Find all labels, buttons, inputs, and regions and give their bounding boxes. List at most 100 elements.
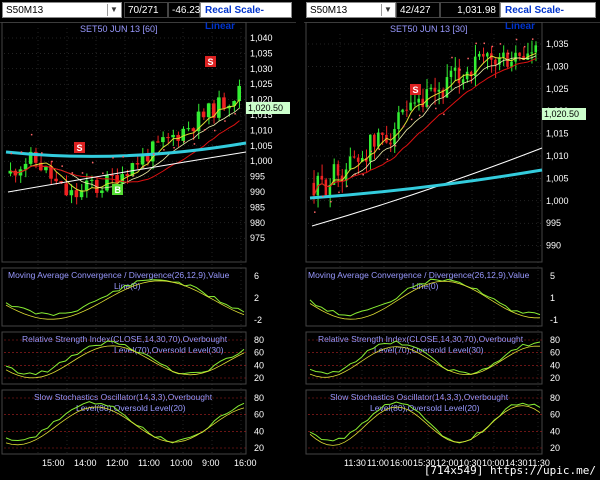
time-tick-label: 16:00 <box>390 458 413 468</box>
left-recal-scale-button[interactable]: Recal Scale-Linear <box>200 2 292 32</box>
candle-body <box>461 79 465 84</box>
sar-dot <box>427 105 429 107</box>
sar-dot <box>491 45 494 48</box>
sar-dot <box>81 172 84 174</box>
candle-body <box>89 179 94 181</box>
left-chart-canvas[interactable]: SET50 JUN 13 [60] 1,040 1,035 1,030 1,025 1,0… <box>0 22 296 480</box>
candle-body <box>381 132 384 135</box>
indicator-tick-label: 80 <box>254 393 264 403</box>
candle-body <box>425 89 429 107</box>
indicator-tick-label: 60 <box>550 410 560 420</box>
candle-body <box>74 190 79 198</box>
time-tick-label: 12:00 <box>106 458 129 468</box>
sar-dot <box>523 45 526 48</box>
indicator-tick-label: 20 <box>550 443 560 453</box>
time-tick-label: 10:00 <box>170 458 193 468</box>
candle-body <box>413 102 416 104</box>
candle-body <box>222 97 226 109</box>
sar-dot <box>386 158 389 161</box>
candle-body <box>373 134 376 147</box>
indicator-title: Moving Average Convergence / Divergence(… <box>308 270 530 280</box>
candle-body <box>389 142 392 145</box>
candle-body <box>69 190 74 196</box>
right-symbol-select[interactable]: S50M13 ▼ <box>306 2 396 18</box>
candle-body <box>217 97 221 118</box>
indicator-tick-label: 80 <box>550 335 560 345</box>
candle-body <box>437 89 441 92</box>
candle-body <box>54 178 58 182</box>
indicator-tick-label: 20 <box>254 373 264 383</box>
sar-dot <box>214 129 216 132</box>
indicator-tick-label: -1 <box>550 315 558 325</box>
left-volume-readout: 70/271 <box>124 2 168 18</box>
candle-body <box>110 174 114 176</box>
candle-body <box>191 128 196 132</box>
price-tick-label: 975 <box>250 233 265 243</box>
sar-dot <box>378 148 381 151</box>
sar-dot <box>71 172 74 174</box>
sar-dot <box>183 140 185 143</box>
candle-body <box>482 53 485 57</box>
candle-body <box>320 175 324 180</box>
candle-body <box>477 53 481 57</box>
sar-dot <box>10 152 13 155</box>
left-change-readout: -46.23 <box>168 2 200 18</box>
chevron-down-icon[interactable]: ▼ <box>381 4 394 16</box>
candle-body <box>534 45 537 53</box>
sar-dot <box>354 173 356 176</box>
sar-dot <box>61 165 63 167</box>
sar-dot <box>507 52 510 55</box>
right-chart-canvas[interactable]: SET50 JUN 13 [30]1,0351,0301,0251,0201,0… <box>304 22 600 480</box>
indicator-title: Moving Average Convergence / Divergence(… <box>8 270 230 280</box>
sar-dot <box>531 38 534 40</box>
time-tick-label: 16:00 <box>234 458 257 468</box>
sar-dot <box>459 69 461 71</box>
sar-dot <box>451 56 453 59</box>
chart-title: SET50 JUN 13 [60] <box>80 24 158 34</box>
indicator-subtitle: Level(80),Oversold Level(20) <box>76 403 186 413</box>
signal-label: B <box>115 185 122 195</box>
sar-dot <box>132 175 135 177</box>
sar-dot <box>443 113 445 116</box>
candle-body <box>352 156 356 158</box>
sar-dot <box>435 107 437 110</box>
indicator-title: Relative Strength Index(CLOSE,14,30,70),… <box>22 334 228 344</box>
right-symbol-value: S50M13 <box>310 5 348 16</box>
sar-dot <box>173 146 175 149</box>
price-tick-label: 1,025 <box>546 84 569 94</box>
sar-dot <box>152 153 155 155</box>
indicator-tick-label: 60 <box>254 348 264 358</box>
price-tick-label: 980 <box>250 218 265 228</box>
candle-body <box>405 109 408 111</box>
indicator-tick-label: 40 <box>254 360 264 370</box>
candle-body <box>237 85 241 102</box>
candle-body <box>84 180 89 191</box>
chart-title: SET50 JUN 13 [30] <box>390 24 468 34</box>
left-symbol-select[interactable]: S50M13 ▼ <box>2 2 122 18</box>
candle-body <box>401 109 404 113</box>
candle-body <box>105 174 109 191</box>
sar-dot <box>234 113 236 115</box>
last-price-value: 1,020.50 <box>544 109 579 119</box>
sar-dot <box>122 156 124 158</box>
indicator-subtitle: Level(70),Oversold Level(30) <box>374 345 484 355</box>
price-tick-label: 1,000 <box>250 156 273 166</box>
sar-dot <box>370 150 373 153</box>
sar-dot <box>20 151 23 153</box>
sar-dot <box>112 157 114 159</box>
time-tick-label: 15:00 <box>42 458 65 468</box>
price-tick-label: 990 <box>250 187 265 197</box>
right-recal-scale-button[interactable]: Recal Scale-Linear <box>500 2 596 32</box>
candle-body <box>530 52 533 54</box>
sar-dot <box>346 185 348 187</box>
price-tick-label: 1,005 <box>546 173 569 183</box>
sar-dot <box>394 145 397 147</box>
indicator-tick-label: -2 <box>254 315 262 325</box>
signal-label: S <box>208 57 214 67</box>
chevron-down-icon[interactable]: ▼ <box>107 4 120 16</box>
signal-label: S <box>77 143 83 153</box>
signal-label: S <box>413 85 419 95</box>
sar-dot <box>338 191 340 194</box>
watermark-text: [714x549] https://upic.me/ <box>423 464 596 477</box>
indicator-tick-label: 40 <box>550 426 560 436</box>
